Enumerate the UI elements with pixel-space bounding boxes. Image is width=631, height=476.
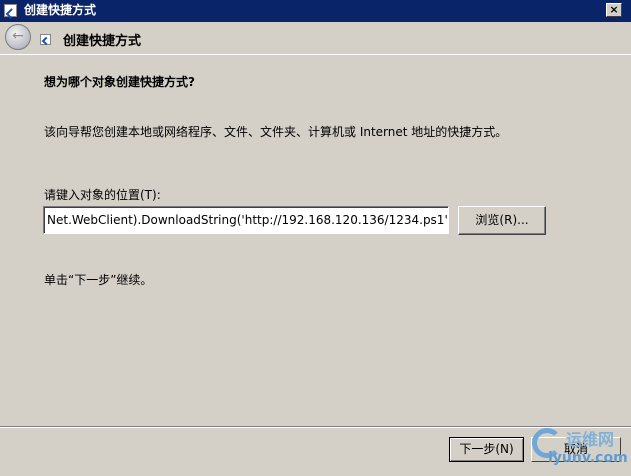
wizard-title: 创建快捷方式 <box>63 34 142 49</box>
page-heading: 想为哪个对象创建快捷方式? <box>44 75 195 89</box>
wizard-description: 该向导帮您创建本地或网络程序、文件、文件夹、计算机或 Internet 地址的快… <box>44 125 508 139</box>
shortcut-icon <box>4 4 17 17</box>
location-input[interactable]: Net.WebClient).DownloadString('http://19… <box>43 206 449 234</box>
continue-hint: 单击“下一步”继续。 <box>44 273 153 287</box>
watermark-logo: 运维网 iyunv.com <box>530 424 628 472</box>
shortcut-small-icon <box>40 34 51 45</box>
watermark-text-cn: 运维网 <box>566 430 615 449</box>
watermark-text-en: iyunv.com <box>548 450 628 466</box>
close-button[interactable]: × <box>606 3 622 17</box>
back-arrow-icon: ← <box>12 28 24 44</box>
wizard-header: ← 创建快捷方式 <box>0 22 631 54</box>
back-button[interactable]: ← <box>5 24 31 50</box>
close-icon: × <box>609 3 619 16</box>
title-bar: 创建快捷方式 × <box>0 0 631 22</box>
next-button[interactable]: 下一步(N) <box>449 437 524 462</box>
window-title: 创建快捷方式 <box>24 3 97 17</box>
browse-button[interactable]: 浏览(R)... <box>458 206 546 235</box>
wizard-content: 想为哪个对象创建快捷方式? 该向导帮您创建本地或网络程序、文件、文件夹、计算机或… <box>0 54 631 425</box>
location-label: 请键入对象的位置(T): <box>44 188 161 202</box>
